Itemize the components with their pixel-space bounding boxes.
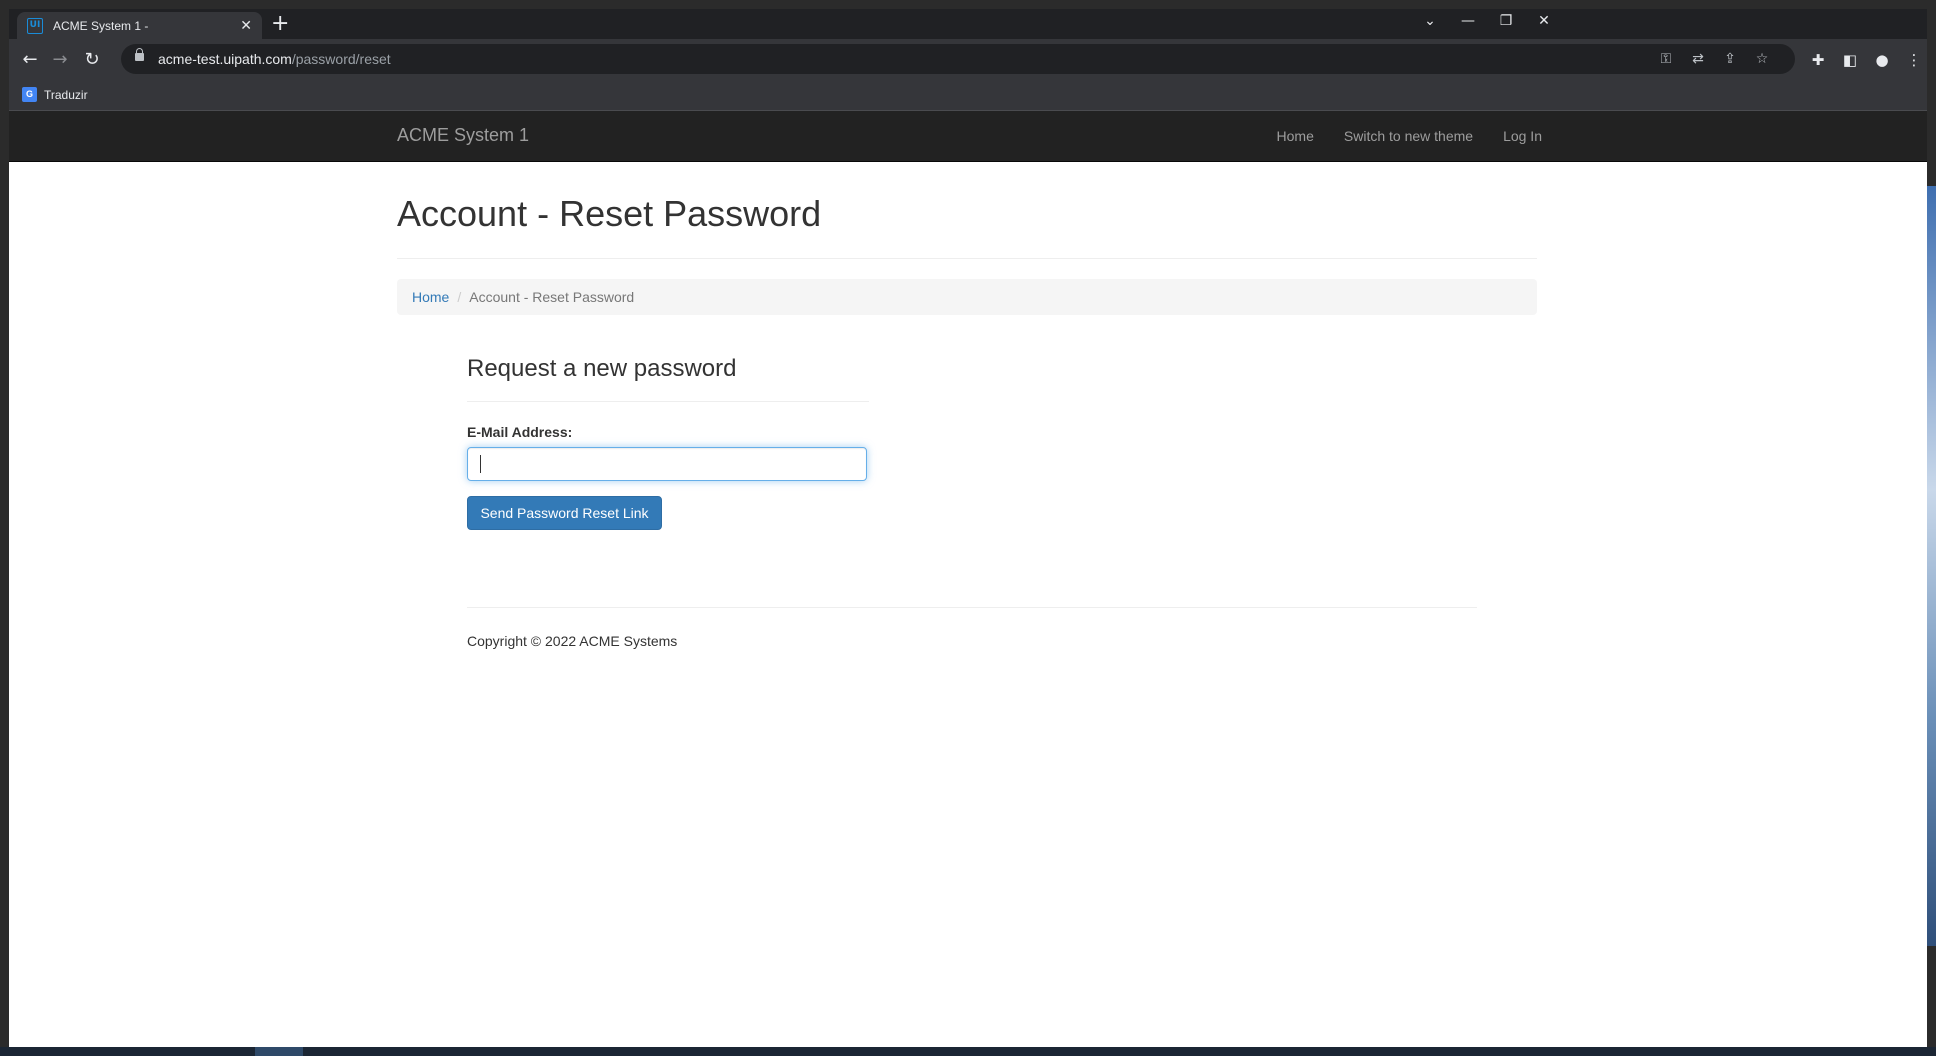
- site-navbar: ACME System 1 Home Switch to new theme L…: [9, 111, 1927, 162]
- page-title: Account - Reset Password: [397, 193, 822, 234]
- breadcrumb-current: Account - Reset Password: [469, 289, 635, 305]
- bookmarks-bar: G Traduzir: [9, 81, 1927, 111]
- google-translate-icon: G: [22, 87, 37, 102]
- new-tab-icon[interactable]: +: [271, 13, 289, 35]
- title-divider: [397, 258, 1537, 259]
- nav-home-link[interactable]: Home: [1247, 111, 1314, 146]
- taskbar-active-app[interactable]: [255, 1047, 303, 1056]
- forward-icon[interactable]: →: [46, 46, 74, 74]
- browser-window: UI ACME System 1 - ✕ + ⌄ — ❐ ✕ ← → ↻ acm…: [9, 9, 1927, 1049]
- reload-icon[interactable]: ↻: [78, 46, 106, 74]
- navbar-links: Home Switch to new theme Log In: [1247, 111, 1542, 146]
- bookmark-traduzir[interactable]: G Traduzir: [22, 87, 88, 102]
- email-field[interactable]: [467, 447, 867, 481]
- side-panel-icon[interactable]: ◧: [1839, 49, 1861, 71]
- breadcrumb-home-link[interactable]: Home: [412, 289, 449, 305]
- url-path: /password/reset: [291, 51, 391, 67]
- bookmark-label: Traduzir: [44, 87, 88, 102]
- tab-strip: UI ACME System 1 - ✕ + ⌄ — ❐ ✕: [9, 9, 1927, 39]
- email-label: E-Mail Address:: [467, 424, 573, 440]
- profile-icon[interactable]: ●: [1871, 49, 1893, 71]
- tab-title: ACME System 1 -: [53, 18, 149, 33]
- nav-login-link[interactable]: Log In: [1473, 111, 1542, 146]
- footer-divider: [467, 607, 1477, 608]
- translate-icon[interactable]: ⇄: [1687, 48, 1709, 70]
- text-caret: [480, 455, 481, 473]
- menu-kebab-icon[interactable]: ⋮: [1903, 49, 1925, 71]
- form-title: Request a new password: [467, 355, 737, 382]
- breadcrumb-separator: /: [457, 289, 462, 305]
- password-key-icon[interactable]: ⚿: [1655, 48, 1677, 70]
- send-reset-link-button[interactable]: Send Password Reset Link: [467, 496, 662, 530]
- uipath-favicon-icon: UI: [27, 17, 43, 34]
- lock-icon[interactable]: [135, 48, 144, 61]
- browser-tab[interactable]: UI ACME System 1 - ✕: [17, 12, 262, 39]
- bookmark-star-icon[interactable]: ☆: [1751, 48, 1773, 70]
- copyright-text: Copyright © 2022 ACME Systems: [467, 633, 678, 649]
- close-tab-icon[interactable]: ✕: [240, 18, 252, 34]
- nav-switch-theme-link[interactable]: Switch to new theme: [1314, 111, 1473, 146]
- page-viewport: ACME System 1 Home Switch to new theme L…: [9, 111, 1927, 1049]
- desktop-background-edge: [1927, 186, 1936, 946]
- breadcrumb: Home / Account - Reset Password: [397, 279, 1537, 315]
- share-icon[interactable]: ⇪: [1719, 48, 1741, 70]
- browser-toolbar: ← → ↻ acme-test.uipath.com/password/rese…: [9, 39, 1927, 81]
- extensions-icon[interactable]: ✚: [1807, 49, 1829, 71]
- close-window-icon[interactable]: ✕: [1521, 9, 1567, 39]
- url-text[interactable]: acme-test.uipath.com/password/reset: [158, 51, 391, 67]
- form-divider: [467, 401, 869, 402]
- url-host: acme-test.uipath.com: [158, 51, 292, 67]
- site-brand[interactable]: ACME System 1: [397, 125, 529, 146]
- address-bar[interactable]: acme-test.uipath.com/password/reset ⚿ ⇄ …: [121, 44, 1795, 74]
- back-icon[interactable]: ←: [16, 46, 44, 74]
